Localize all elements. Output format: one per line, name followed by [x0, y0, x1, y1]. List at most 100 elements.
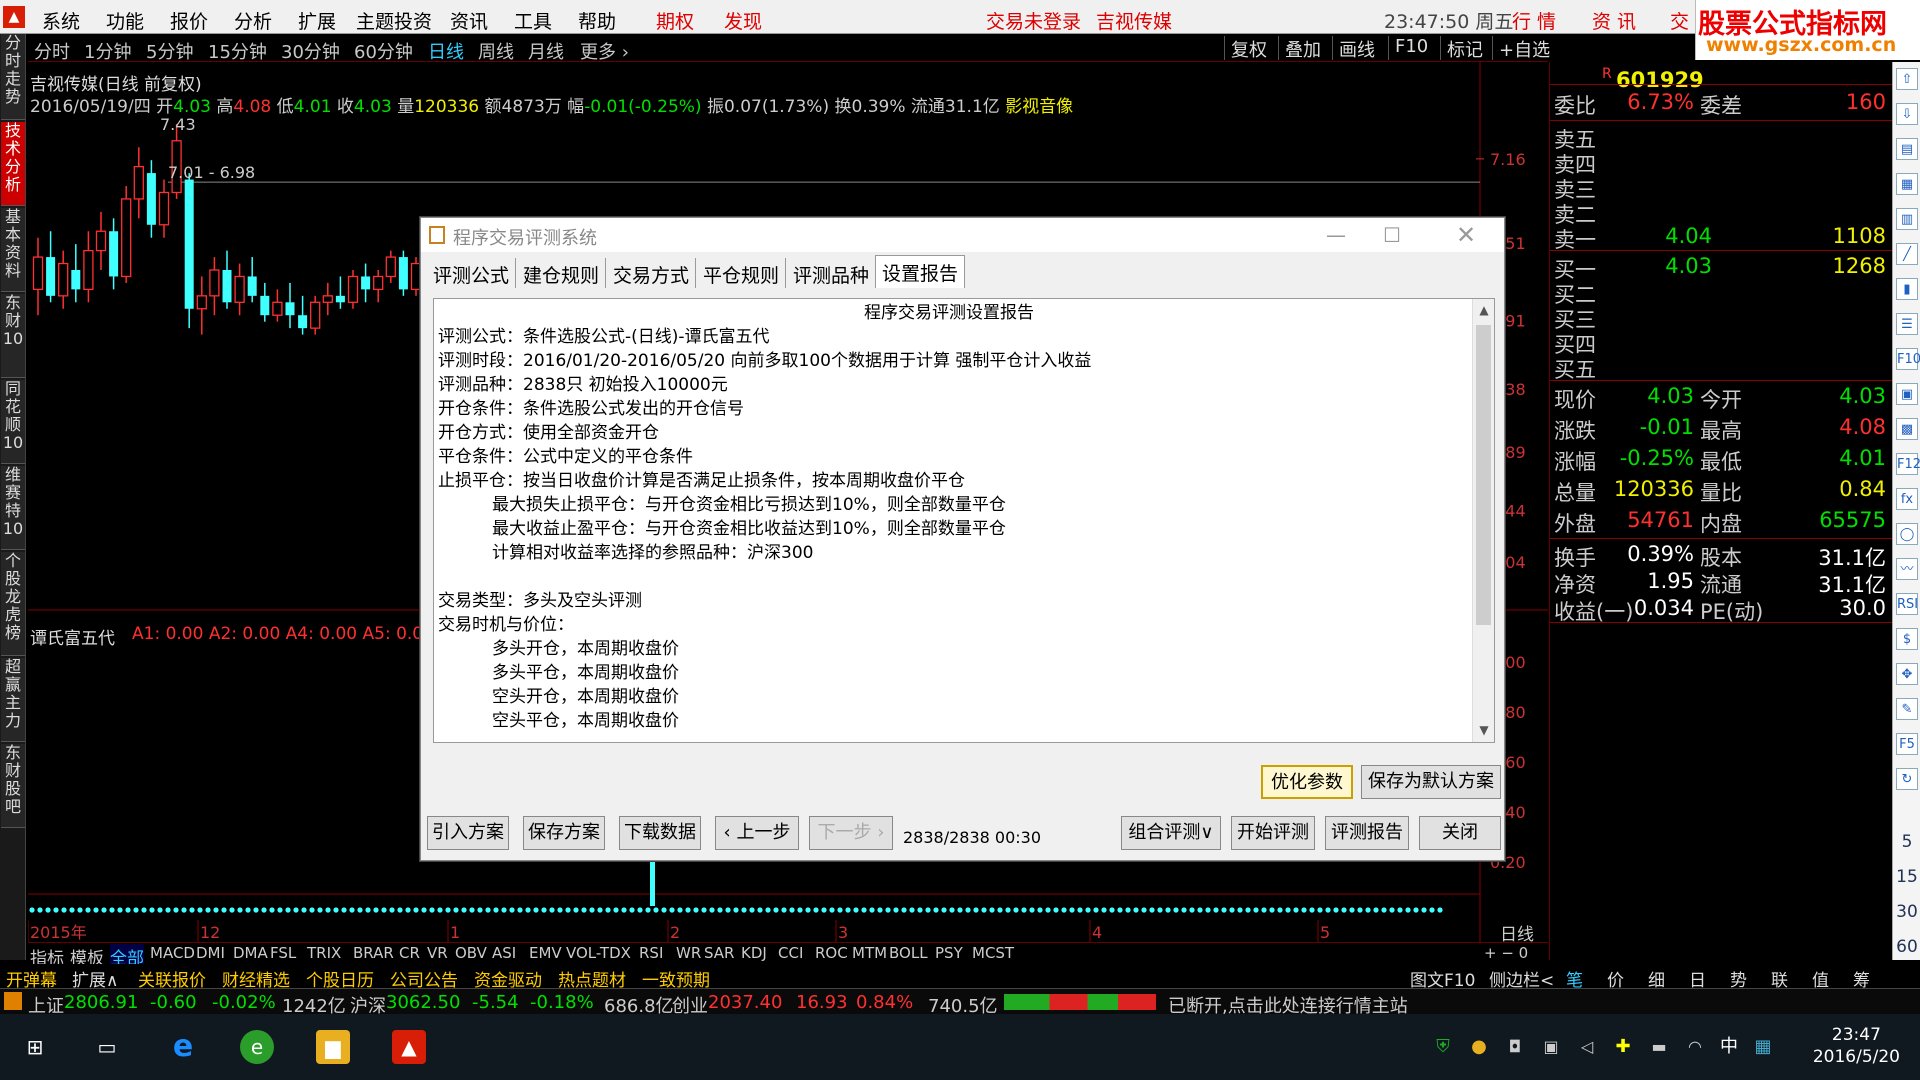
- period-more[interactable]: 更多 ›: [580, 38, 629, 64]
- close-icon[interactable]: ✕: [1451, 222, 1481, 248]
- optimize-params-button[interactable]: 优化参数: [1261, 765, 1353, 799]
- btn-f10[interactable]: F10: [1388, 36, 1434, 60]
- indicator-adjust-controls[interactable]: + − 0: [1484, 944, 1528, 962]
- scroll-down-icon[interactable]: ▼: [1473, 723, 1494, 737]
- download-data-button[interactable]: 下载数据: [619, 816, 701, 850]
- task-view-icon[interactable]: ▭: [90, 1030, 124, 1064]
- tool-icon[interactable]: F10: [1896, 348, 1920, 370]
- btn-mark[interactable]: 标记: [1440, 36, 1489, 61]
- indicator-tab[interactable]: BOLL: [889, 944, 928, 962]
- vtab-main-force[interactable]: 超赢主力: [1, 658, 25, 742]
- file-explorer-icon[interactable]: ▆: [316, 1030, 350, 1064]
- indicator-tab[interactable]: CCI: [778, 944, 803, 962]
- wifi-icon[interactable]: ◠: [1678, 1030, 1712, 1064]
- import-scheme-button[interactable]: 引入方案: [427, 816, 509, 850]
- security-tray-icon[interactable]: ⛨: [1426, 1030, 1460, 1064]
- sell-level-row[interactable]: 卖四: [1550, 149, 1892, 177]
- tool-icon[interactable]: fx: [1896, 488, 1918, 510]
- vtab-eastmoney[interactable]: 东财10: [1, 294, 25, 378]
- vtab-technical[interactable]: 技术分析: [1, 122, 25, 206]
- tool-icon[interactable]: RSI: [1896, 593, 1918, 615]
- period-number-button[interactable]: 60: [1893, 937, 1920, 957]
- indicator-tab[interactable]: PSY: [935, 944, 963, 962]
- tool-icon[interactable]: ◯: [1896, 523, 1918, 545]
- indicator-tab[interactable]: MACD: [150, 944, 195, 962]
- period-60min[interactable]: 60分钟: [354, 38, 413, 64]
- tool-icon[interactable]: ▮: [1896, 278, 1918, 300]
- tool-icon[interactable]: ▩: [1896, 418, 1918, 440]
- buy-level-row[interactable]: 买四: [1550, 329, 1892, 357]
- tool-icon[interactable]: ☰: [1896, 313, 1918, 335]
- indicator-tab[interactable]: ASI: [492, 944, 516, 962]
- next-step-button[interactable]: 下一步 ›: [809, 816, 893, 850]
- indicator-tab[interactable]: SAR: [704, 944, 734, 962]
- period-1min[interactable]: 1分钟: [84, 38, 131, 64]
- menu-analysis[interactable]: 分析: [234, 7, 272, 34]
- menu-help[interactable]: 帮助: [578, 7, 616, 34]
- tool-icon[interactable]: ▤: [1896, 138, 1918, 160]
- indicator-tab[interactable]: MTM: [852, 944, 887, 962]
- stock-app-icon[interactable]: ▲: [392, 1030, 426, 1064]
- menu-tools[interactable]: 工具: [514, 7, 552, 34]
- indicator-tab[interactable]: CR: [399, 944, 420, 962]
- indicator-tab[interactable]: BRAR: [353, 944, 394, 962]
- btn-add-watchlist[interactable]: +自选: [1492, 36, 1556, 61]
- minimize-icon[interactable]: —: [1321, 222, 1351, 248]
- battery-icon[interactable]: ▬: [1642, 1030, 1676, 1064]
- tab-trade-mode[interactable]: 交易方式: [607, 258, 697, 288]
- period-30min[interactable]: 30分钟: [281, 38, 340, 64]
- tab-close-rule[interactable]: 平仓规则: [697, 258, 787, 288]
- report-textbox[interactable]: 程序交易评测设置报告 评测公式：条件选股公式-(日线)-谭氏富五代 评测时段：20…: [433, 298, 1495, 743]
- volume-icon[interactable]: ◁: [1570, 1030, 1604, 1064]
- scroll-thumb[interactable]: [1476, 325, 1491, 625]
- vtab-guba[interactable]: 东财股吧: [1, 744, 25, 828]
- vtab-10jqka[interactable]: 同花顺10: [1, 380, 25, 464]
- menu-options[interactable]: 期权: [656, 7, 694, 34]
- tool-icon[interactable]: F12: [1896, 453, 1920, 475]
- report-scrollbar[interactable]: ▲ ▼: [1472, 299, 1494, 742]
- edge-browser-icon[interactable]: e: [166, 1030, 200, 1064]
- indicator-tab[interactable]: ROC: [815, 944, 848, 962]
- period-number-button[interactable]: 5: [1893, 832, 1920, 852]
- tray-app-icon[interactable]: ●: [1462, 1030, 1496, 1064]
- btn-fuquan[interactable]: 复权: [1224, 36, 1273, 61]
- taskbar-clock[interactable]: 23:47 2016/5/20: [1813, 1024, 1900, 1068]
- menu-info[interactable]: 资讯: [450, 7, 488, 34]
- tab-settings-report[interactable]: 设置报告: [875, 255, 966, 288]
- indicator-tab[interactable]: KDJ: [741, 944, 767, 962]
- tool-icon[interactable]: ⇧: [1896, 68, 1918, 90]
- camera-tray-icon[interactable]: ◘: [1498, 1030, 1532, 1064]
- save-default-button[interactable]: 保存为默认方案: [1361, 765, 1501, 799]
- indicator-tab[interactable]: TRIX: [307, 944, 341, 962]
- windows-start-icon[interactable]: ⊞: [18, 1030, 52, 1064]
- menu-quote[interactable]: 报价: [170, 7, 208, 34]
- menu-extend[interactable]: 扩展: [298, 7, 336, 34]
- indicator-tab[interactable]: WR: [676, 944, 701, 962]
- period-monthly[interactable]: 月线: [528, 38, 564, 64]
- display-tray-icon[interactable]: ▣: [1534, 1030, 1568, 1064]
- tool-icon[interactable]: 〰: [1896, 558, 1918, 580]
- maximize-icon[interactable]: ☐: [1377, 222, 1407, 248]
- tool-icon[interactable]: ╱: [1896, 243, 1918, 265]
- buy-level-row[interactable]: 买五: [1550, 354, 1892, 382]
- ie-browser-icon[interactable]: e: [240, 1030, 274, 1064]
- tool-icon[interactable]: F5: [1896, 733, 1918, 755]
- indicator-tab[interactable]: VR: [427, 944, 448, 962]
- indicator-tab[interactable]: OBV: [455, 944, 487, 962]
- period-number-button[interactable]: 15: [1893, 867, 1920, 887]
- scroll-up-icon[interactable]: ▲: [1473, 303, 1494, 317]
- buy-level-row[interactable]: 买一 4.03 1268: [1550, 254, 1892, 282]
- vtab-dragon-tiger[interactable]: 个股龙虎榜: [1, 552, 25, 656]
- indicator-tab[interactable]: EMV: [529, 944, 562, 962]
- tool-icon[interactable]: ▣: [1896, 383, 1918, 405]
- save-scheme-button[interactable]: 保存方案: [523, 816, 605, 850]
- sell-level-row[interactable]: 卖一 4.04 1108: [1550, 224, 1892, 252]
- buy-level-row[interactable]: 买三: [1550, 304, 1892, 332]
- menu-system[interactable]: 系统: [42, 7, 80, 34]
- indicator-tab[interactable]: DMI: [196, 944, 225, 962]
- sell-level-row[interactable]: 卖五: [1550, 124, 1892, 152]
- period-daily[interactable]: 日线: [428, 38, 464, 64]
- menu-function[interactable]: 功能: [106, 7, 144, 34]
- indicator-tab[interactable]: RSI: [639, 944, 663, 962]
- tool-icon[interactable]: $: [1896, 628, 1918, 650]
